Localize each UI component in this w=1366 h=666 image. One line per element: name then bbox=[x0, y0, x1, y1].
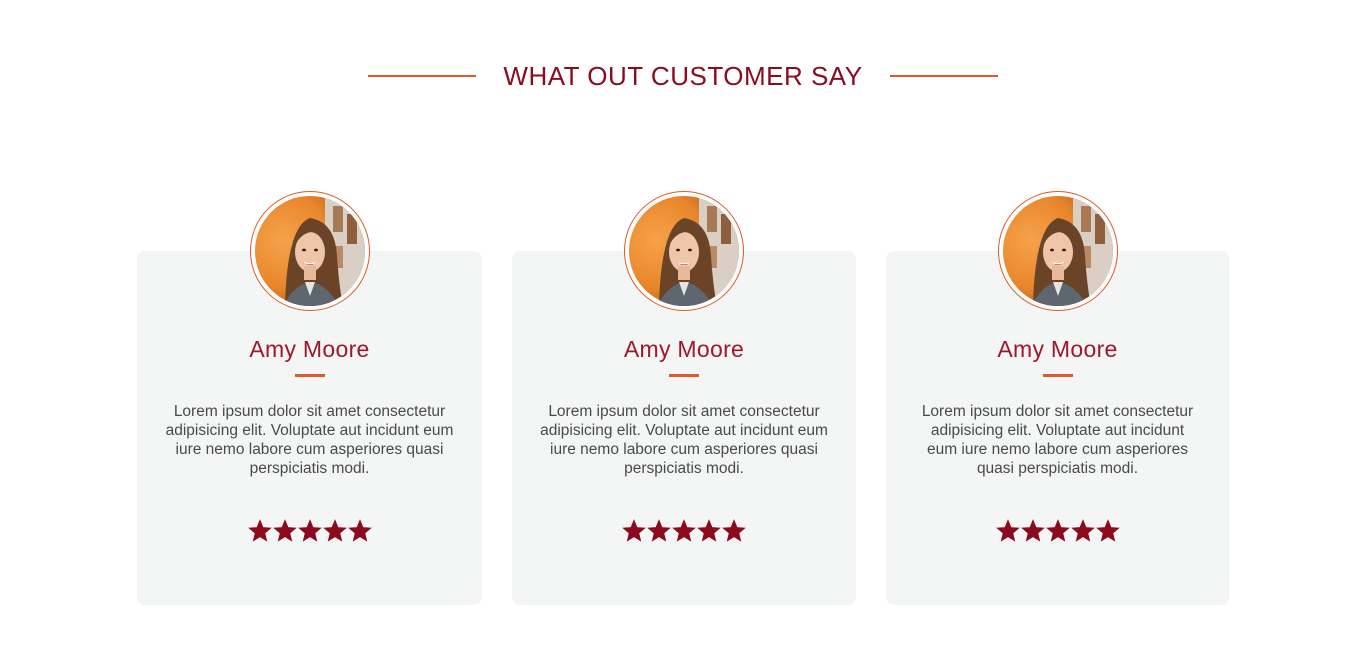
star-rating bbox=[512, 519, 856, 543]
star-icon bbox=[272, 519, 297, 542]
star-icon bbox=[672, 519, 696, 542]
avatar-ring bbox=[997, 191, 1118, 311]
star-icon bbox=[622, 519, 646, 542]
name-divider bbox=[669, 374, 699, 377]
star-icon bbox=[995, 519, 1020, 542]
star-icon bbox=[1045, 519, 1070, 542]
testimonial-text: Lorem ipsum dolor sit amet consectetur a… bbox=[540, 403, 828, 477]
avatar bbox=[254, 196, 365, 306]
star-icon bbox=[347, 519, 372, 542]
avatar bbox=[629, 196, 739, 306]
avatar-ring bbox=[624, 191, 744, 311]
customer-name: Amy Moore bbox=[997, 336, 1118, 362]
customer-name: Amy Moore bbox=[623, 336, 745, 362]
testimonial-card: Amy Moore Lorem ipsum dolor sit amet con… bbox=[512, 191, 856, 605]
testimonial-text: Lorem ipsum dolor sit amet consectetur a… bbox=[921, 403, 1194, 477]
star-icon bbox=[1020, 519, 1045, 542]
name-divider bbox=[1042, 374, 1073, 377]
avatar-ring bbox=[249, 191, 370, 311]
star-icon bbox=[647, 519, 671, 542]
star-icon bbox=[1095, 519, 1120, 542]
star-icon bbox=[1070, 519, 1095, 542]
star-icon bbox=[722, 519, 746, 542]
testimonial-cards: Amy Moore Lorem ipsum dolor sit amet con… bbox=[0, 0, 1366, 666]
star-rating bbox=[886, 519, 1229, 543]
star-icon bbox=[247, 519, 272, 542]
star-icon bbox=[697, 519, 721, 542]
star-icon bbox=[322, 519, 347, 542]
name-divider bbox=[294, 374, 325, 377]
testimonial-card: Amy Moore Lorem ipsum dolor sit amet con… bbox=[886, 191, 1229, 605]
testimonial-card: Amy Moore Lorem ipsum dolor sit amet con… bbox=[137, 191, 482, 605]
star-rating bbox=[137, 519, 482, 543]
avatar bbox=[1002, 196, 1113, 306]
customer-name: Amy Moore bbox=[249, 336, 370, 362]
testimonial-text: Lorem ipsum dolor sit amet consectetur a… bbox=[165, 403, 454, 477]
testimonials-section: WHAT OUT CUSTOMER SAY Amy Moore Lorem ip… bbox=[0, 0, 1366, 666]
star-icon bbox=[297, 519, 322, 542]
